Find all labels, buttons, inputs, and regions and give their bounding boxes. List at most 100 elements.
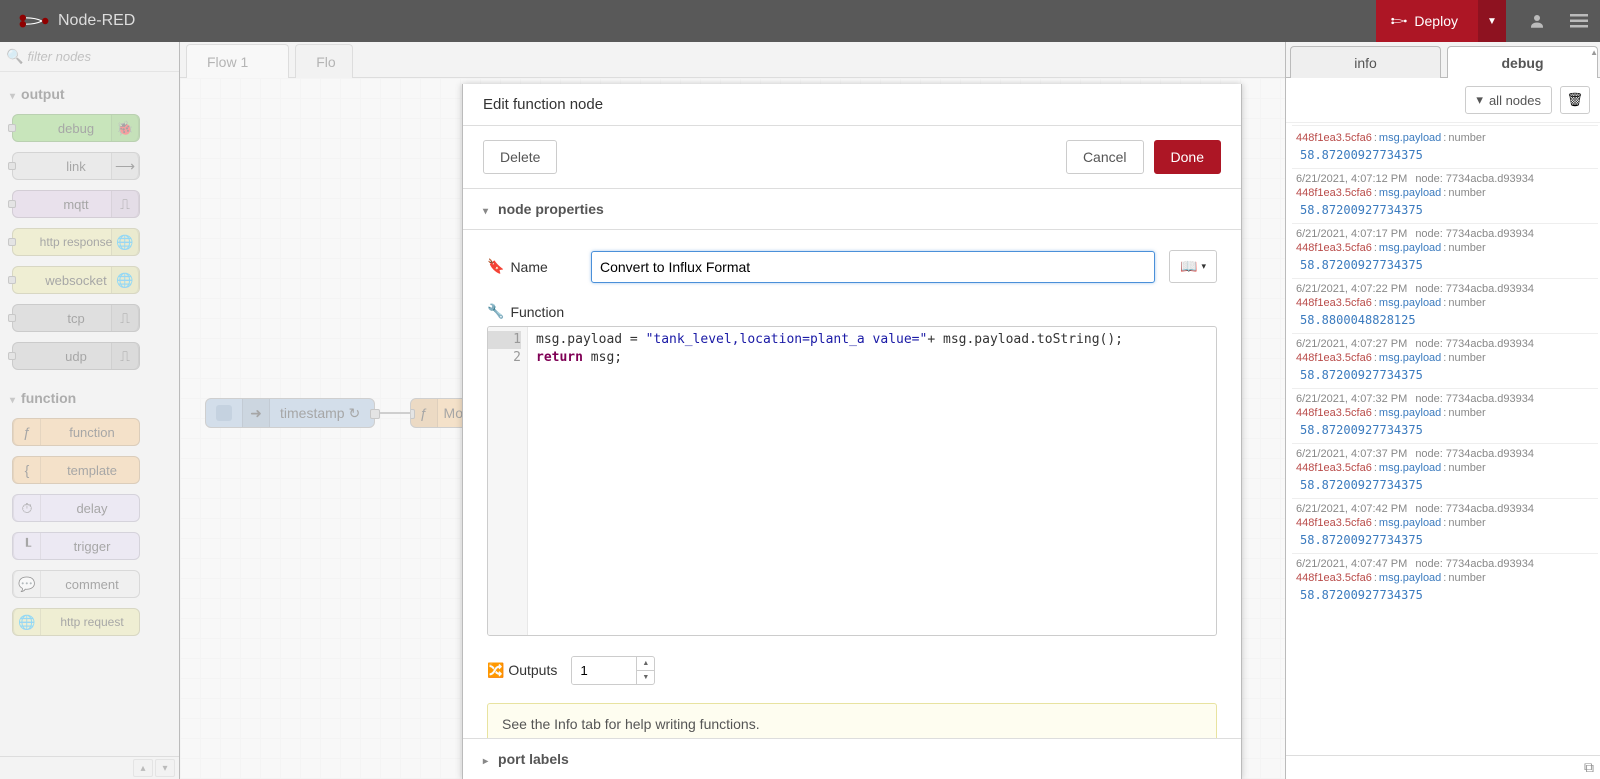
clear-debug-button[interactable]: 🗑 <box>1560 86 1590 114</box>
debug-msg-key: msg.payload <box>1379 132 1441 144</box>
name-row: 🔖 Name 📖 ▾ <box>487 250 1217 283</box>
deploy-dropdown[interactable]: ▼ <box>1478 0 1506 42</box>
debug-msg-id: 448f1ea3.5cfa6 <box>1296 132 1372 144</box>
bridge-icon: ⎍ <box>111 191 139 217</box>
palette-node-http-request[interactable]: 🌐 http request <box>12 608 140 636</box>
debug-message[interactable]: 6/21/2021, 4:07:32 PMnode: 7734acba.d939… <box>1292 388 1598 443</box>
workspace-tab-flow2[interactable]: Flo <box>295 44 352 78</box>
debug-message[interactable]: 6/21/2021, 4:07:22 PM node: 7734acba.d939… <box>1292 278 1598 333</box>
comment-icon: 💬 <box>13 571 41 597</box>
trash-icon: 🗑 <box>1567 92 1584 108</box>
chevron-down-icon: ▼ <box>1487 16 1497 27</box>
node-red-logo-icon <box>18 12 50 30</box>
debug-message[interactable]: 6/21/2021, 4:07:47 PMnode: 7734acba.d939… <box>1292 553 1598 608</box>
popout-icon[interactable]: ⧉ <box>1584 759 1594 776</box>
appearance-button[interactable]: 📖 ▾ <box>1169 250 1217 283</box>
expand-all-button[interactable]: ▾ <box>155 759 175 777</box>
debug-timestamp: 6/21/2021, 4:07:22 PM <box>1296 283 1407 295</box>
palette-body[interactable]: output debug 🐞 link ⟶ mqtt ⎍ http respon… <box>0 72 179 756</box>
debug-msg-key: msg.payload <box>1379 352 1441 364</box>
outputs-stepper[interactable]: ▲ ▼ <box>571 656 655 685</box>
function-label: 🔧 Function <box>487 303 1217 320</box>
bridge-icon: ⎍ <box>111 305 139 331</box>
palette-filter-input[interactable] <box>27 49 205 64</box>
debug-message[interactable]: 6/21/2021, 4:07:17 PMnode: 7734acba.d939… <box>1292 223 1598 278</box>
debug-msg-key: msg.payload <box>1379 517 1441 529</box>
palette-node-trigger[interactable]: ┖ trigger <box>12 532 140 560</box>
debug-msg-id: 448f1ea3.5cfa6 <box>1296 462 1372 474</box>
editor-content[interactable]: msg.payload = "tank_level,location=plant… <box>528 327 1216 635</box>
debug-msg-value: 58.87200927734375 <box>1296 533 1594 547</box>
debug-msg-value: 58.8800048828125 <box>1296 313 1594 327</box>
debug-message[interactable]: 6/21/2021, 4:07:42 PMnode: 7734acba.d939… <box>1292 498 1598 553</box>
sidebar-tab-debug[interactable]: debug <box>1447 46 1598 78</box>
debug-message[interactable]: 448f1ea3.5cfa6:msg.payload:number58.8720… <box>1292 125 1598 168</box>
flow-node-inject[interactable]: ➜ timestamp ↻ <box>205 398 375 428</box>
node-port <box>8 124 16 132</box>
output-port[interactable] <box>370 409 380 419</box>
function-icon: ƒ <box>13 419 41 445</box>
debug-msg-key: msg.payload <box>1379 407 1441 419</box>
done-button[interactable]: Done <box>1154 140 1221 174</box>
palette-node-template[interactable]: { template <box>12 456 140 484</box>
debug-timestamp: 6/21/2021, 4:07:32 PM <box>1296 393 1407 405</box>
palette-footer: ▴ ▾ <box>0 756 179 779</box>
input-port[interactable] <box>410 409 415 419</box>
outputs-input[interactable] <box>572 657 636 684</box>
palette-node-http-response[interactable]: http response 🌐 <box>12 228 140 256</box>
delete-button[interactable]: Delete <box>483 140 557 174</box>
debug-message[interactable]: 6/21/2021, 4:07:12 PMnode: 7734acba.d939… <box>1292 168 1598 223</box>
collapse-all-button[interactable]: ▴ <box>133 759 153 777</box>
palette-node-mqtt[interactable]: mqtt ⎍ <box>12 190 140 218</box>
workspace-tabs: Flow 1 Flo <box>180 42 1285 78</box>
filter-all-nodes-button[interactable]: ▾ all nodes <box>1465 86 1552 114</box>
wrench-icon: 🔧 <box>487 303 504 320</box>
trigger-icon: ┖ <box>13 533 41 559</box>
sidebar-footer: ⧉ <box>1286 755 1600 779</box>
menu-icon[interactable] <box>1558 0 1600 42</box>
debug-msg-type: number <box>1448 187 1485 199</box>
palette-node-link[interactable]: link ⟶ <box>12 152 140 180</box>
debug-message[interactable]: 6/21/2021, 4:07:37 PMnode: 7734acba.d939… <box>1292 443 1598 498</box>
debug-msg-type: number <box>1448 352 1485 364</box>
deploy-icon <box>1390 14 1408 28</box>
palette-node-function[interactable]: ƒ function <box>12 418 140 446</box>
flow-wire <box>375 412 410 414</box>
debug-node-source: node: 7734acba.d93934 <box>1415 283 1534 295</box>
section-node-properties[interactable]: node properties <box>463 189 1241 230</box>
chevron-down-icon: ▾ <box>1201 261 1206 272</box>
palette-category-function[interactable]: function <box>10 380 179 414</box>
debug-msg-value: 58.87200927734375 <box>1296 148 1594 162</box>
outputs-row: 🔀 Outputs ▲ ▼ <box>487 656 1217 685</box>
palette-node-udp[interactable]: udp ⎍ <box>12 342 140 370</box>
section-port-labels[interactable]: port labels <box>463 738 1241 779</box>
debug-icon: 🐞 <box>111 115 139 141</box>
cancel-button[interactable]: Cancel <box>1066 140 1144 174</box>
name-input[interactable] <box>591 251 1155 283</box>
debug-node-source: node: 7734acba.d93934 <box>1415 448 1534 460</box>
debug-timestamp: 6/21/2021, 4:07:47 PM <box>1296 558 1407 570</box>
debug-msg-value: 58.87200927734375 <box>1296 368 1594 382</box>
chevron-down-icon <box>10 390 15 406</box>
palette-node-tcp[interactable]: tcp ⎍ <box>12 304 140 332</box>
user-icon[interactable] <box>1516 0 1558 42</box>
inject-button-icon[interactable] <box>216 405 232 421</box>
debug-message[interactable]: 6/21/2021, 4:07:27 PMnode: 7734acba.d939… <box>1292 333 1598 388</box>
debug-toolbar: ▾ all nodes 🗑 <box>1286 78 1600 123</box>
dialog-button-row: Delete Cancel Done <box>463 126 1241 189</box>
flow-node-function[interactable]: ƒ Mo <box>410 398 470 428</box>
palette-category-output[interactable]: output <box>10 76 179 110</box>
function-editor[interactable]: 1 2 msg.payload = "tank_level,location=p… <box>487 326 1217 636</box>
palette-node-debug[interactable]: debug 🐞 <box>12 114 140 142</box>
stepper-up[interactable]: ▲ <box>637 657 654 671</box>
editor-gutter: 1 2 <box>488 327 528 635</box>
edit-node-dialog: Edit function node Delete Cancel Done no… <box>462 84 1242 779</box>
debug-messages[interactable]: ▲ 448f1ea3.5cfa6:msg.payload:number58.87… <box>1286 123 1600 755</box>
stepper-down[interactable]: ▼ <box>637 671 654 684</box>
sidebar-tab-info[interactable]: info <box>1290 46 1441 78</box>
palette-node-websocket[interactable]: websocket 🌐 <box>12 266 140 294</box>
deploy-button[interactable]: Deploy <box>1376 0 1478 42</box>
workspace-tab-flow1[interactable]: Flow 1 <box>186 44 289 78</box>
palette-node-comment[interactable]: 💬 comment <box>12 570 140 598</box>
palette-node-delay[interactable]: ⏱ delay <box>12 494 140 522</box>
